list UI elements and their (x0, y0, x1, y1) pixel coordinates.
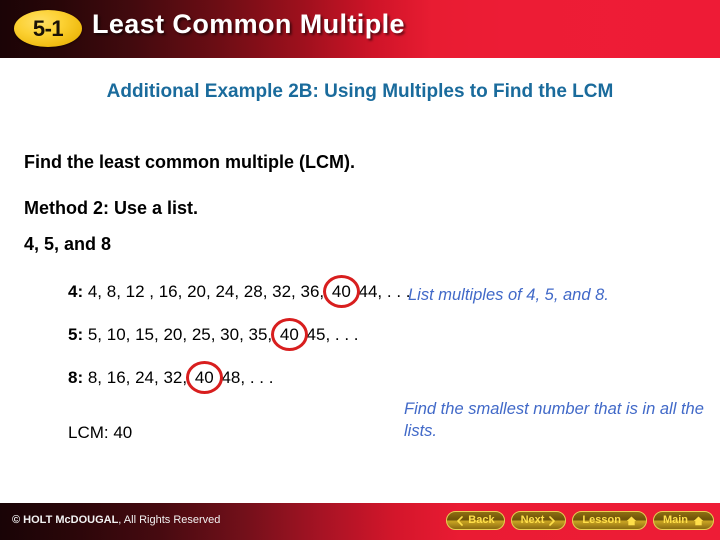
lesson-button[interactable]: Lesson (572, 511, 647, 530)
copyright-rights: , All Rights Reserved (118, 514, 221, 526)
slide-body: Additional Example 2B: Using Multiples t… (0, 58, 720, 503)
circled-number-5: 40 (270, 318, 308, 351)
multiples-label-8: 8: (68, 368, 84, 387)
back-button-label: Back (468, 514, 495, 526)
next-button-label: Next (520, 514, 545, 526)
chevron-left-icon (456, 515, 464, 526)
multiples-values-after-8: 48, . . . (216, 368, 274, 387)
next-button[interactable]: Next (510, 511, 567, 530)
multiples-values-after-5: 45, . . . (301, 325, 359, 344)
instruction-line-3: 4, 5, and 8 (24, 234, 112, 254)
circled-number-4: 40 (322, 275, 360, 308)
lesson-number-text: 5-1 (32, 15, 64, 41)
slide-footer: © HOLT McDOUGAL, All Rights Reserved Bac… (0, 503, 720, 540)
copyright-notice: © HOLT McDOUGAL, All Rights Reserved (12, 514, 220, 526)
instruction-line-2: Method 2: Use a list. (24, 198, 199, 218)
lesson-button-label: Lesson (582, 514, 621, 526)
copyright-brand: © HOLT McDOUGAL (12, 514, 119, 526)
multiples-values-after-4: 44, . . . (353, 282, 411, 301)
multiples-label-4: 4: (68, 282, 84, 301)
multiples-row-4: 4: 4, 8, 12 , 16, 20, 24, 28, 32, 36, 40… (68, 275, 708, 308)
page-title: Least Common Multiple (92, 9, 405, 39)
callout-find-smallest: Find the smallest number that is in all … (404, 400, 704, 440)
multiples-values-before-4: 4, 8, 12 , 16, 20, 24, 28, 32, 36, (83, 282, 329, 301)
multiples-row-5: 5: 5, 10, 15, 20, 25, 30, 35, 40 45, . .… (68, 318, 708, 351)
multiples-values-before-5: 5, 10, 15, 20, 25, 30, 35, (83, 325, 277, 344)
instruction-line-1: Find the least common multiple (LCM). (24, 152, 356, 172)
multiples-row-8: 8: 8, 16, 24, 32, 40 48, . . . (68, 361, 708, 394)
multiples-line: 4: 4, 8, 12 , 16, 20, 24, 28, 32, 36, 40… (68, 275, 708, 308)
circled-number-8: 40 (185, 361, 223, 394)
main-button-label: Main (662, 514, 688, 526)
chevron-right-icon (549, 515, 556, 526)
slide-subtitle: Additional Example 2B: Using Multiples t… (106, 81, 614, 102)
navigation-buttons: Back Next Lesson Main (446, 511, 714, 530)
multiples-label-5: 5: (68, 325, 84, 344)
multiples-line: 5: 5, 10, 15, 20, 25, 30, 35, 40 45, . .… (68, 318, 708, 351)
multiples-line: 8: 8, 16, 24, 32, 40 48, . . . (68, 361, 708, 394)
multiples-values-before-8: 8, 16, 24, 32, (83, 368, 192, 387)
slide-header: 5-1 Least Common Multiple (0, 0, 720, 58)
lesson-number-badge: 5-1 (14, 10, 82, 47)
callout-list-multiples: List multiples of 4, 5, and 8. (408, 286, 609, 304)
home-icon (693, 516, 704, 526)
back-button[interactable]: Back (446, 511, 505, 530)
home-icon (626, 516, 637, 526)
main-button[interactable]: Main (652, 511, 714, 530)
